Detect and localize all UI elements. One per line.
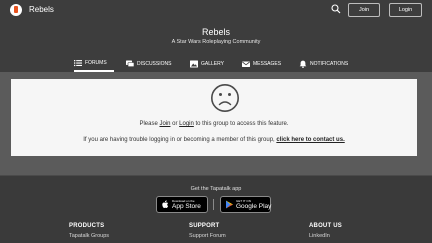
top-bar: Rebels Join Login xyxy=(0,0,432,20)
access-message: Please Join or Login to this group to ac… xyxy=(11,120,417,129)
login-button[interactable]: Login xyxy=(389,3,422,17)
tapatalk-logo-icon[interactable] xyxy=(10,4,22,16)
chat-icon xyxy=(126,60,134,67)
logo-mark xyxy=(14,6,18,13)
google-play-name: Google Play xyxy=(236,203,272,210)
search-icon[interactable] xyxy=(331,4,341,14)
products-heading: PRODUCTS xyxy=(69,223,105,229)
footer-link-tapatalk-groups[interactable]: Tapatalk Groups xyxy=(69,232,109,240)
tab-label: MESSAGES xyxy=(253,61,282,67)
tab-label: FORUMS xyxy=(85,60,107,66)
list-icon xyxy=(74,60,82,67)
sad-face-icon xyxy=(211,84,239,112)
tab-label: GALLERY xyxy=(201,61,224,67)
contact-us-link[interactable]: click here to contact us. xyxy=(276,137,344,143)
help-message: If you are having trouble logging in or … xyxy=(11,136,417,145)
bell-icon xyxy=(299,60,307,68)
about-us-heading: ABOUT US xyxy=(309,223,342,229)
app-title[interactable]: Rebels xyxy=(29,4,54,16)
group-header: Rebels A Star Wars Roleplaying Community… xyxy=(0,20,432,72)
tab-gallery[interactable]: GALLERY xyxy=(190,56,224,72)
message-text: to this group to access this feature. xyxy=(193,121,289,127)
message-text: or xyxy=(170,121,180,127)
footer: Get the Tapatalk app Download on the App… xyxy=(0,175,432,243)
support-heading: SUPPORT xyxy=(189,223,220,229)
tab-notifications[interactable]: NOTIFICATIONS xyxy=(299,56,348,72)
app-store-badge[interactable]: Download on the App Store xyxy=(156,196,208,213)
footer-link-support-forum[interactable]: Support Forum xyxy=(189,232,226,240)
message-text: If you are having trouble logging in or … xyxy=(83,137,277,143)
envelope-icon xyxy=(242,61,250,67)
tab-messages[interactable]: MESSAGES xyxy=(242,56,281,72)
group-description: A Star Wars Roleplaying Community xyxy=(171,39,261,45)
tab-label: DISCUSSIONS xyxy=(137,61,172,67)
image-icon xyxy=(190,60,198,68)
tab-label: NOTIFICATIONS xyxy=(310,61,349,67)
access-notice-panel: Please Join or Login to this group to ac… xyxy=(11,79,417,156)
join-button[interactable]: Join xyxy=(348,3,380,17)
join-link[interactable]: Join xyxy=(159,121,170,127)
login-link[interactable]: Login xyxy=(179,121,194,127)
apple-icon xyxy=(162,200,169,208)
badge-divider xyxy=(213,199,214,210)
footer-link-linkedin[interactable]: LinkedIn xyxy=(309,232,330,240)
get-app-label: Get the Tapatalk app xyxy=(190,186,242,192)
play-icon xyxy=(226,200,233,209)
message-text: Please xyxy=(139,121,160,127)
google-play-badge[interactable]: GET IT ON Google Play xyxy=(220,196,271,213)
app-store-name: App Store xyxy=(172,203,201,210)
group-name: Rebels xyxy=(201,27,230,37)
tab-discussions[interactable]: DISCUSSIONS xyxy=(126,56,171,72)
tab-forums[interactable]: FORUMS xyxy=(74,56,114,72)
